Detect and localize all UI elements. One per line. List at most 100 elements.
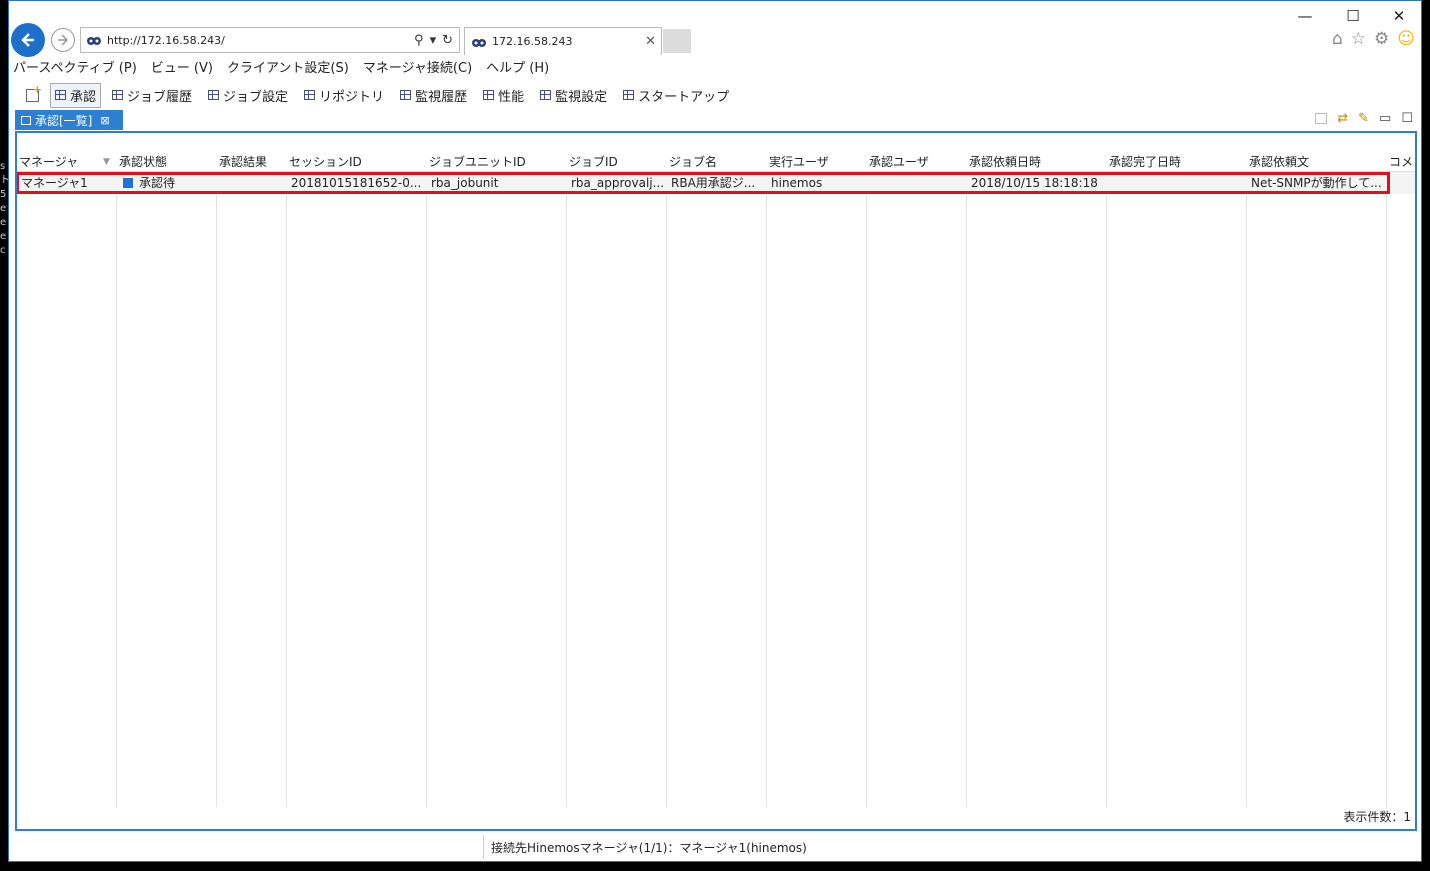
cell-jobunit-id: rba_jobunit (431, 176, 499, 190)
perspective-toolbar: 承認 ジョブ履歴 ジョブ設定 リポジトリ 監視履歴 性能 監視設定 スタートアッ… (21, 82, 734, 108)
perspective-label: 承認 (70, 89, 97, 105)
tab-close-icon[interactable]: ✕ (645, 34, 656, 49)
menu-bar: パースペクティブ (P) ビュー (V) クライアント設定(S) マネージャ接続… (13, 57, 549, 77)
refresh-view-icon[interactable]: ⇄ (1337, 111, 1348, 126)
column-divider (1246, 171, 1247, 807)
record-count: 表示件数：1 (1343, 810, 1411, 824)
column-header-approve-user[interactable]: 承認ユーザ (867, 153, 967, 171)
status-separator (483, 835, 484, 859)
perspective-performance[interactable]: 性能 (478, 83, 529, 108)
menu-view[interactable]: ビュー (V) (151, 57, 213, 77)
perspective-label: ジョブ設定 (223, 89, 289, 105)
view-tab-approval-list[interactable]: 承認[一覧] ⊠ (15, 110, 123, 130)
table-row[interactable]: マネージャ1 承認待 20181015181652-0... rba_jobun… (17, 172, 1415, 194)
close-window-button[interactable]: ✕ (1389, 7, 1409, 25)
column-header-status[interactable]: 承認状態 (117, 153, 217, 171)
status-pending-icon (123, 178, 133, 188)
table-icon (304, 90, 316, 100)
column-header-result[interactable]: 承認結果 (217, 153, 287, 171)
hinemos-favicon-icon (87, 37, 101, 45)
cell-session-id: 20181015181652-0... (291, 176, 422, 190)
table-header: マネージャ ▼ 承認状態 承認結果 セッションID ジョブユニットID ジョブI… (17, 153, 1415, 172)
table-icon (623, 90, 635, 100)
menu-perspective[interactable]: パースペクティブ (P) (13, 57, 137, 77)
settings-gear-icon[interactable]: ⚙ (1374, 29, 1389, 49)
perspective-monitor-settings[interactable]: 監視設定 (535, 83, 612, 108)
column-header-session-id[interactable]: セッションID (287, 153, 427, 171)
search-icon[interactable]: ⚲ (414, 33, 424, 48)
approve-icon[interactable]: ✎ (1358, 111, 1369, 126)
perspective-startup[interactable]: スタートアップ (618, 83, 734, 108)
browser-window: http://172.16.58.243/ ⚲ ▾ ↻ 172.16.58.24… (8, 0, 1422, 862)
new-tab-button[interactable] (663, 29, 691, 53)
minimize-button[interactable]: — (1295, 7, 1315, 25)
approval-list-panel: マネージャ ▼ 承認状態 承認結果 セッションID ジョブユニットID ジョブI… (15, 131, 1417, 831)
view-tab-label: 承認[一覧] (35, 113, 93, 128)
home-icon[interactable]: ⌂ (1332, 29, 1343, 49)
dropdown-icon[interactable]: ▾ (430, 33, 437, 48)
menu-client-settings[interactable]: クライアント設定(S) (227, 57, 349, 77)
cell-request-text: Net-SNMPが動作して... (1251, 176, 1382, 190)
menu-help[interactable]: ヘルプ (H) (486, 57, 549, 77)
address-bar[interactable]: http://172.16.58.243/ ⚲ ▾ ↻ (80, 27, 460, 53)
column-header-complete-date[interactable]: 承認完了日時 (1107, 153, 1247, 171)
connection-status: 接続先Hinemosマネージャ(1/1)：マネージャ1(hinemos) (491, 841, 807, 855)
column-divider (566, 171, 567, 807)
refresh-icon[interactable]: ↻ (442, 33, 453, 48)
column-divider (766, 171, 767, 807)
cell-result (217, 172, 287, 194)
column-header-exec-user[interactable]: 実行ユーザ (767, 153, 867, 171)
new-perspective-icon (26, 83, 42, 102)
column-divider (426, 171, 427, 807)
column-header-jobunit-id[interactable]: ジョブユニットID (427, 153, 567, 171)
column-header-manager[interactable]: マネージャ (17, 153, 117, 171)
perspective-label: ジョブ履歴 (127, 89, 193, 105)
feedback-smiley-icon[interactable]: ☺ (1397, 29, 1415, 49)
column-divider (216, 171, 217, 807)
column-header-job-name[interactable]: ジョブ名 (667, 153, 767, 171)
address-url[interactable]: http://172.16.58.243/ (107, 34, 414, 47)
perspective-label: リポジトリ (319, 89, 385, 105)
table-icon (112, 90, 124, 100)
open-perspective-button[interactable] (21, 83, 44, 105)
column-header-comment[interactable]: コメ (1387, 153, 1415, 171)
column-divider (1106, 171, 1107, 807)
browser-tab[interactable]: 172.16.58.243 ✕ (464, 27, 662, 55)
column-divider (966, 171, 967, 807)
perspective-label: スタートアップ (638, 89, 730, 105)
table-icon (400, 90, 412, 100)
view-maximize-icon[interactable]: ☐ (1401, 111, 1413, 126)
cell-complete-date (1107, 172, 1247, 194)
perspective-repository[interactable]: リポジトリ (299, 83, 389, 108)
column-divider (866, 171, 867, 807)
menu-manager-connection[interactable]: マネージャ接続(C) (363, 57, 472, 77)
column-header-request-date[interactable]: 承認依頼日時 (967, 153, 1107, 171)
view-tab-bar: 承認[一覧] ⊠ ⇄ ✎ ▭ ☐ (13, 109, 1419, 131)
table-icon (208, 90, 220, 100)
perspective-label: 監視設定 (555, 89, 608, 105)
perspective-monitor-history[interactable]: 監視履歴 (395, 83, 472, 108)
filter-icon[interactable] (1315, 113, 1328, 124)
forward-button[interactable] (51, 28, 75, 52)
back-button[interactable] (11, 23, 45, 57)
status-bar: 接続先Hinemosマネージャ(1/1)：マネージャ1(hinemos) (9, 833, 1421, 861)
arrow-left-icon (21, 33, 34, 47)
column-header-job-id[interactable]: ジョブID (567, 153, 667, 171)
background-terminal-edge: sト5eeec (0, 161, 8, 256)
favorites-star-icon[interactable]: ☆ (1351, 29, 1366, 49)
perspective-job-settings[interactable]: ジョブ設定 (203, 83, 293, 108)
perspective-approval[interactable]: 承認 (50, 82, 102, 108)
column-divider (1386, 171, 1387, 807)
perspective-job-history[interactable]: ジョブ履歴 (107, 83, 197, 108)
column-divider (666, 171, 667, 807)
column-divider (286, 171, 287, 807)
view-icon (21, 115, 31, 125)
view-close-icon[interactable]: ⊠ (100, 114, 109, 127)
maximize-button[interactable]: ☐ (1343, 7, 1363, 25)
column-divider (116, 171, 117, 807)
view-minimize-icon[interactable]: ▭ (1379, 111, 1391, 126)
perspective-label: 監視履歴 (415, 89, 468, 105)
cell-request-date: 2018/10/15 18:18:18 (971, 176, 1098, 190)
column-header-request-text[interactable]: 承認依頼文 (1247, 153, 1387, 171)
cell-status-text: 承認待 (139, 176, 176, 190)
